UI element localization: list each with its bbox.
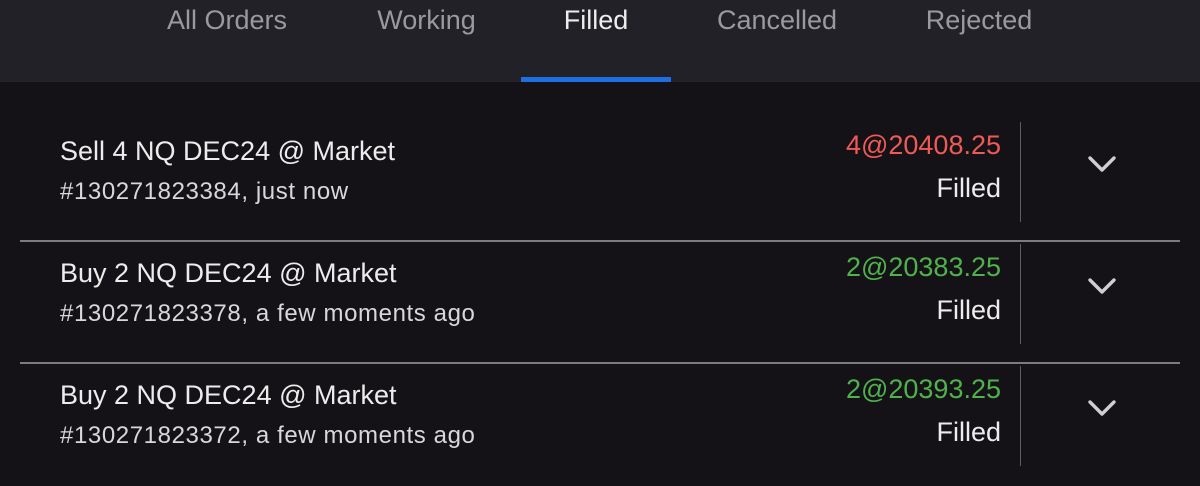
divider xyxy=(1020,122,1021,222)
tab-filled[interactable]: Filled xyxy=(521,0,671,82)
fill-price: 4@20408.25 xyxy=(845,130,1001,160)
order-row[interactable]: Buy 2 NQ DEC24 @ Market #130271823378, a… xyxy=(20,244,1180,364)
orders-list: Sell 4 NQ DEC24 @ Market #130271823384, … xyxy=(0,82,1200,466)
tab-label: All Orders xyxy=(166,5,288,35)
status-text: Filled xyxy=(936,417,1001,447)
tab-label: Rejected xyxy=(925,5,1033,35)
expand-button[interactable] xyxy=(1082,144,1122,184)
tab-rejected[interactable]: Rejected xyxy=(906,0,1052,82)
tab-label: Working xyxy=(377,5,476,35)
fill-price: 2@20393.25 xyxy=(845,374,1001,404)
order-row[interactable]: Buy 2 NQ DEC24 @ Market #130271823372, a… xyxy=(20,366,1180,486)
chevron-down-icon xyxy=(1088,400,1116,416)
tab-working[interactable]: Working xyxy=(356,0,497,82)
order-id-time: #130271823378, a few moments ago xyxy=(60,300,476,327)
row-separator xyxy=(20,362,1180,364)
tab-label: Filled xyxy=(563,5,629,35)
divider xyxy=(1020,244,1021,344)
expand-button[interactable] xyxy=(1082,266,1122,306)
expand-button[interactable] xyxy=(1082,388,1122,428)
order-row[interactable]: Sell 4 NQ DEC24 @ Market #130271823384, … xyxy=(20,122,1180,242)
tab-cancelled[interactable]: Cancelled xyxy=(697,0,857,82)
order-title: Buy 2 NQ DEC24 @ Market xyxy=(60,380,397,410)
order-title: Buy 2 NQ DEC24 @ Market xyxy=(60,258,397,288)
chevron-down-icon xyxy=(1088,278,1116,294)
order-title: Sell 4 NQ DEC24 @ Market xyxy=(60,136,396,166)
tab-all-orders[interactable]: All Orders xyxy=(147,0,307,82)
divider xyxy=(1020,366,1021,466)
chevron-down-icon xyxy=(1088,156,1116,172)
fill-price: 2@20383.25 xyxy=(845,252,1001,282)
status-text: Filled xyxy=(936,295,1001,325)
row-separator xyxy=(20,240,1180,242)
order-id-time: #130271823372, a few moments ago xyxy=(60,422,476,449)
order-status-tabs: All Orders Working Filled Cancelled Reje… xyxy=(0,0,1200,82)
order-id-time: #130271823384, just now xyxy=(60,178,349,205)
tab-label: Cancelled xyxy=(716,5,838,35)
status-text: Filled xyxy=(936,173,1001,203)
